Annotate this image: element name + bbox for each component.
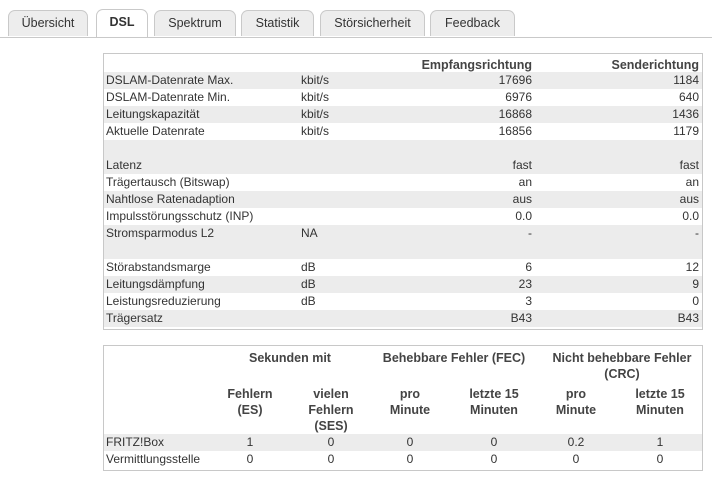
receive-value: - [528, 226, 532, 240]
value-ses: 0 [327, 435, 335, 449]
receive-value: 0.0 [515, 209, 532, 223]
tab-spektrum[interactable]: Spektrum [154, 10, 236, 36]
col-crc-minute: pro Minute [555, 387, 597, 417]
send-value: fast [679, 158, 699, 172]
receive-value: 17696 [498, 73, 532, 87]
dsl-line-table: Empfangsrichtung Senderichtung DSLAM-Dat… [103, 53, 703, 330]
receive-value: an [518, 175, 532, 189]
value-fec-15: 0 [490, 452, 498, 466]
separator-row [104, 242, 702, 259]
row-label: Vermittlungsstelle [106, 452, 201, 466]
group-fec: Behebbare Fehler (FEC) [382, 351, 526, 365]
send-value: 1436 [672, 107, 699, 121]
row-label: Impulsstörungsschutz (INP) [106, 209, 254, 223]
table-row: Leitungsdämpfung dB 23 9 [104, 276, 702, 293]
value-crc-min: 0 [572, 452, 580, 466]
tab-statistik[interactable]: Statistik [241, 10, 314, 36]
send-value: 12 [685, 260, 699, 274]
header-send: Senderichtung [611, 58, 699, 72]
row-label: Leitungsdämpfung [106, 277, 205, 291]
tab-bar: Übersicht DSL Spektrum Statistik Störsic… [0, 0, 712, 38]
send-value: an [685, 175, 699, 189]
send-value: B43 [677, 311, 699, 325]
row-label: Nahtlose Ratenadaption [106, 192, 235, 206]
row-unit: dB [301, 294, 316, 308]
row-label: FRITZ!Box [106, 435, 165, 449]
send-value: 1184 [673, 73, 699, 87]
value-fec-min: 0 [406, 435, 414, 449]
table-row: Impulsstörungsschutz (INP) 0.0 0.0 [104, 208, 702, 225]
row-label: DSLAM-Datenrate Max. [106, 73, 234, 87]
row-unit: kbit/s [301, 107, 330, 121]
value-es: 1 [246, 435, 254, 449]
receive-value: 23 [518, 277, 532, 291]
receive-value: 16868 [498, 107, 532, 121]
table-row: Leistungsreduzierung dB 3 0 [104, 293, 702, 310]
value-crc-15: 0 [656, 452, 664, 466]
row-label: Latenz [106, 158, 143, 172]
group-crc: Nicht behebbare Fehler (CRC) [552, 351, 692, 381]
tab-uebersicht[interactable]: Übersicht [8, 10, 88, 36]
value-es: 0 [246, 452, 254, 466]
row-unit: dB [301, 277, 316, 291]
row-label: Störabstandsmarge [106, 260, 211, 274]
table-row: Latenz fast fast [104, 157, 702, 174]
row-unit: dB [301, 260, 316, 274]
row-label: Leistungsreduzierung [106, 294, 221, 308]
send-value: 0 [692, 294, 699, 308]
header-receive: Empfangsrichtung [421, 58, 532, 72]
table-row: Leitungskapazität kbit/s 16868 1436 [104, 106, 702, 123]
table-row: Vermittlungsstelle 0 0 0 0 0 0 [104, 451, 702, 468]
tab-feedback[interactable]: Feedback [430, 10, 515, 36]
row-unit: kbit/s [301, 73, 330, 87]
error-table: Sekunden mit Behebbare Fehler (FEC) Nich… [103, 345, 703, 471]
col-ses: vielen Fehlern (SES) [308, 387, 354, 433]
row-unit: kbit/s [301, 90, 330, 104]
value-crc-min: 0.2 [567, 435, 585, 449]
group-seconds: Sekunden mit [249, 351, 331, 365]
table-row: Trägersatz B43 B43 [104, 310, 702, 327]
table-row: DSLAM-Datenrate Min. kbit/s 6976 640 [104, 89, 702, 106]
table-row: Aktuelle Datenrate kbit/s 16856 1179 [104, 123, 702, 140]
row-unit: NA [301, 226, 318, 240]
send-value: 640 [678, 90, 699, 104]
value-fec-15: 0 [490, 435, 498, 449]
row-label: Aktuelle Datenrate [106, 124, 205, 138]
table-row: Stromsparmodus L2 NA - - [104, 225, 702, 242]
value-crc-15: 1 [656, 435, 664, 449]
tab-dsl[interactable]: DSL [96, 9, 148, 37]
col-fec-15min: letzte 15 Minuten [469, 387, 519, 417]
col-es: Fehlern (ES) [227, 387, 273, 417]
receive-value: 6 [525, 260, 532, 274]
row-label: Trägersatz [106, 311, 163, 325]
row-label: DSLAM-Datenrate Min. [106, 90, 231, 104]
send-value: - [695, 226, 699, 240]
receive-value: aus [512, 192, 532, 206]
tab-stoersicherheit[interactable]: Störsicherheit [320, 10, 425, 36]
table-row: FRITZ!Box 1 0 0 0 0.2 1 [104, 434, 702, 451]
receive-value: 6976 [505, 90, 532, 104]
receive-value: 3 [525, 294, 532, 308]
receive-value: fast [512, 158, 532, 172]
send-value: 9 [692, 277, 699, 291]
table-row: Nahtlose Ratenadaption aus aus [104, 191, 702, 208]
send-value: 1179 [673, 124, 699, 138]
content-area: Empfangsrichtung Senderichtung DSLAM-Dat… [0, 38, 712, 478]
value-ses: 0 [327, 452, 335, 466]
send-value: aus [679, 192, 699, 206]
row-label: Leitungskapazität [106, 107, 200, 121]
table-row: Störabstandsmarge dB 6 12 [104, 259, 702, 276]
row-unit: kbit/s [301, 124, 330, 138]
col-crc-15min: letzte 15 Minuten [635, 387, 685, 417]
table-row: DSLAM-Datenrate Max. kbit/s 17696 1184 [104, 72, 702, 89]
send-value: 0.0 [682, 209, 699, 223]
row-label: Trägertausch (Bitswap) [106, 175, 230, 189]
col-fec-minute: pro Minute [389, 387, 431, 417]
separator-row [104, 140, 702, 157]
receive-value: B43 [510, 311, 532, 325]
row-label: Stromsparmodus L2 [106, 226, 215, 240]
receive-value: 16856 [498, 124, 532, 138]
value-fec-min: 0 [406, 452, 414, 466]
table-row: Trägertausch (Bitswap) an an [104, 174, 702, 191]
